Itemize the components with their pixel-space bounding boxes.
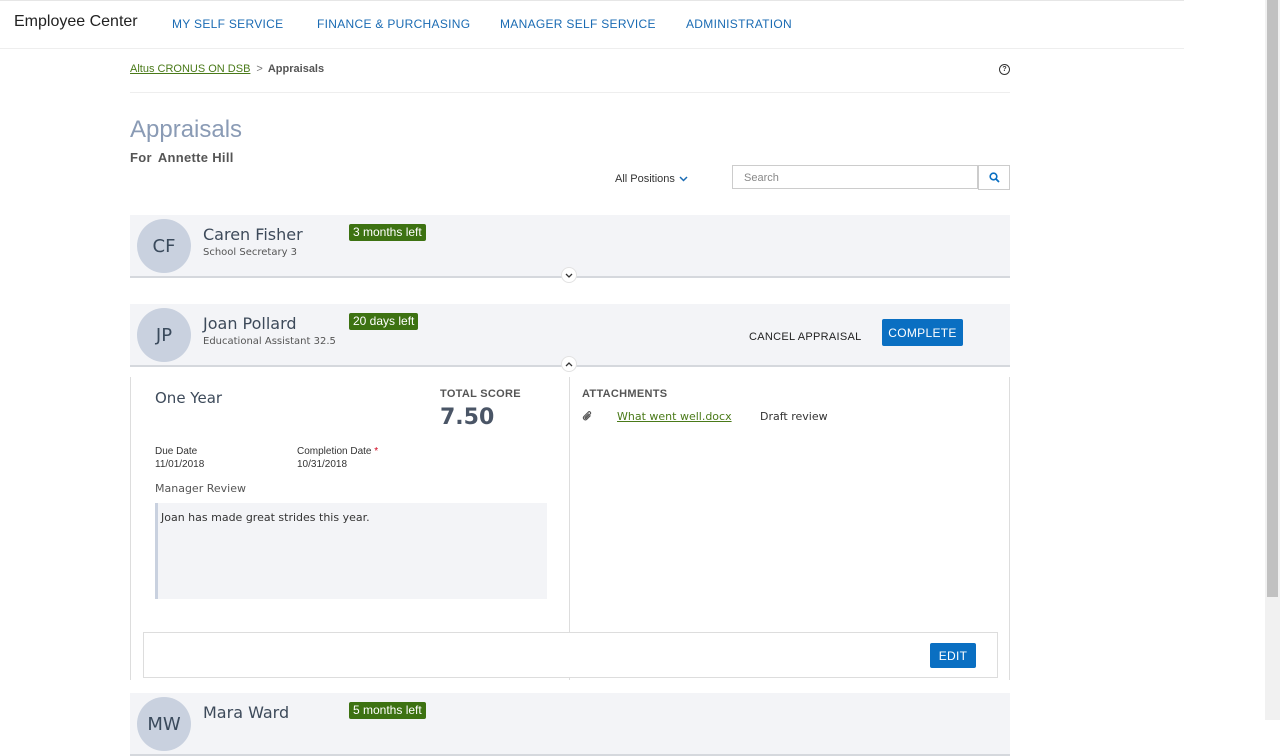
- scrollbar-thumb[interactable]: [1267, 0, 1278, 597]
- positions-filter-label: All Positions: [615, 173, 675, 185]
- complete-button[interactable]: COMPLETE: [882, 319, 963, 346]
- avatar: CF: [137, 219, 191, 273]
- total-score-value: 7.50: [440, 405, 495, 430]
- for-employee-name: Annette Hill: [157, 150, 234, 165]
- appraisal-stage: One Year: [155, 389, 223, 407]
- time-left-badge: 3 months left: [349, 224, 426, 241]
- employee-role: Educational Assistant 32.5: [203, 336, 336, 347]
- total-score-label: TOTAL SCORE: [440, 388, 521, 400]
- time-left-badge: 5 months left: [349, 702, 426, 719]
- completion-date-label: Completion Date *: [297, 446, 378, 457]
- cancel-appraisal-button[interactable]: CANCEL APPRAISAL: [749, 331, 862, 343]
- breadcrumb-separator: >: [256, 63, 263, 75]
- nav-manager-self-service[interactable]: MANAGER SELF SERVICE: [500, 17, 656, 31]
- employee-name: Caren Fisher: [203, 225, 303, 244]
- search-field: [732, 165, 978, 189]
- chevron-down-icon: [565, 273, 573, 278]
- appraisal-card-mara-ward[interactable]: MW Mara Ward 5 months left: [130, 693, 1010, 756]
- search-input[interactable]: [742, 167, 976, 189]
- attachments-label: ATTACHMENTS: [582, 388, 668, 400]
- breadcrumb: Altus CRONUS ON DSB > Appraisals: [130, 63, 324, 75]
- breadcrumb-root-link[interactable]: Altus CRONUS ON DSB: [130, 63, 250, 75]
- paperclip-icon: [582, 411, 592, 421]
- vertical-scrollbar[interactable]: [1265, 0, 1280, 720]
- completion-date-label-text: Completion Date: [297, 446, 372, 457]
- manager-review-label: Manager Review: [155, 482, 246, 495]
- completion-date-value: 10/31/2018: [297, 459, 348, 470]
- breadcrumb-current: Appraisals: [267, 63, 325, 75]
- collapse-toggle[interactable]: [561, 356, 577, 372]
- manager-review-box: Joan has made great strides this year.: [155, 503, 547, 599]
- positions-filter-dropdown[interactable]: All Positions: [615, 173, 688, 185]
- nav-finance-purchasing[interactable]: FINANCE & PURCHASING: [317, 17, 470, 31]
- required-marker: *: [374, 446, 379, 457]
- attachment-description: Draft review: [760, 410, 828, 423]
- page-title: Appraisals: [130, 116, 243, 143]
- expand-toggle[interactable]: [561, 267, 577, 283]
- due-date-label: Due Date: [155, 446, 198, 457]
- chevron-down-icon: [679, 176, 688, 182]
- avatar: MW: [137, 697, 191, 751]
- due-date-value: 11/01/2018: [155, 459, 205, 470]
- top-navigation: Employee Center MY SELF SERVICE FINANCE …: [0, 0, 1184, 49]
- employee-name: Mara Ward: [203, 703, 290, 722]
- appraisal-card-caren-fisher[interactable]: CF Caren Fisher School Secretary 3 3 mon…: [130, 215, 1010, 283]
- for-label: For: [130, 150, 152, 165]
- detail-footer: EDIT: [143, 632, 998, 678]
- edit-button[interactable]: EDIT: [930, 643, 976, 668]
- for-employee-line: For Annette Hill: [130, 150, 234, 165]
- avatar: JP: [137, 308, 191, 362]
- appraisal-card-joan-pollard[interactable]: JP Joan Pollard Educational Assistant 32…: [130, 304, 1010, 372]
- nav-my-self-service[interactable]: MY SELF SERVICE: [172, 17, 283, 31]
- search-button[interactable]: [978, 165, 1010, 190]
- chevron-up-icon: [565, 361, 573, 366]
- attachment-file-link[interactable]: What went well.docx: [617, 410, 732, 423]
- employee-role: School Secretary 3: [203, 247, 298, 258]
- app-title[interactable]: Employee Center: [14, 13, 138, 31]
- nav-administration[interactable]: ADMINISTRATION: [686, 17, 792, 31]
- appraisal-detail-panel: One Year TOTAL SCORE 7.50 Due Date 11/01…: [130, 377, 1010, 680]
- manager-review-text: Joan has made great strides this year.: [161, 511, 370, 524]
- employee-name: Joan Pollard: [203, 314, 297, 333]
- help-circle-icon[interactable]: ?: [999, 64, 1010, 75]
- time-left-badge: 20 days left: [349, 313, 419, 330]
- search-icon: [988, 172, 1000, 183]
- divider: [130, 92, 1010, 93]
